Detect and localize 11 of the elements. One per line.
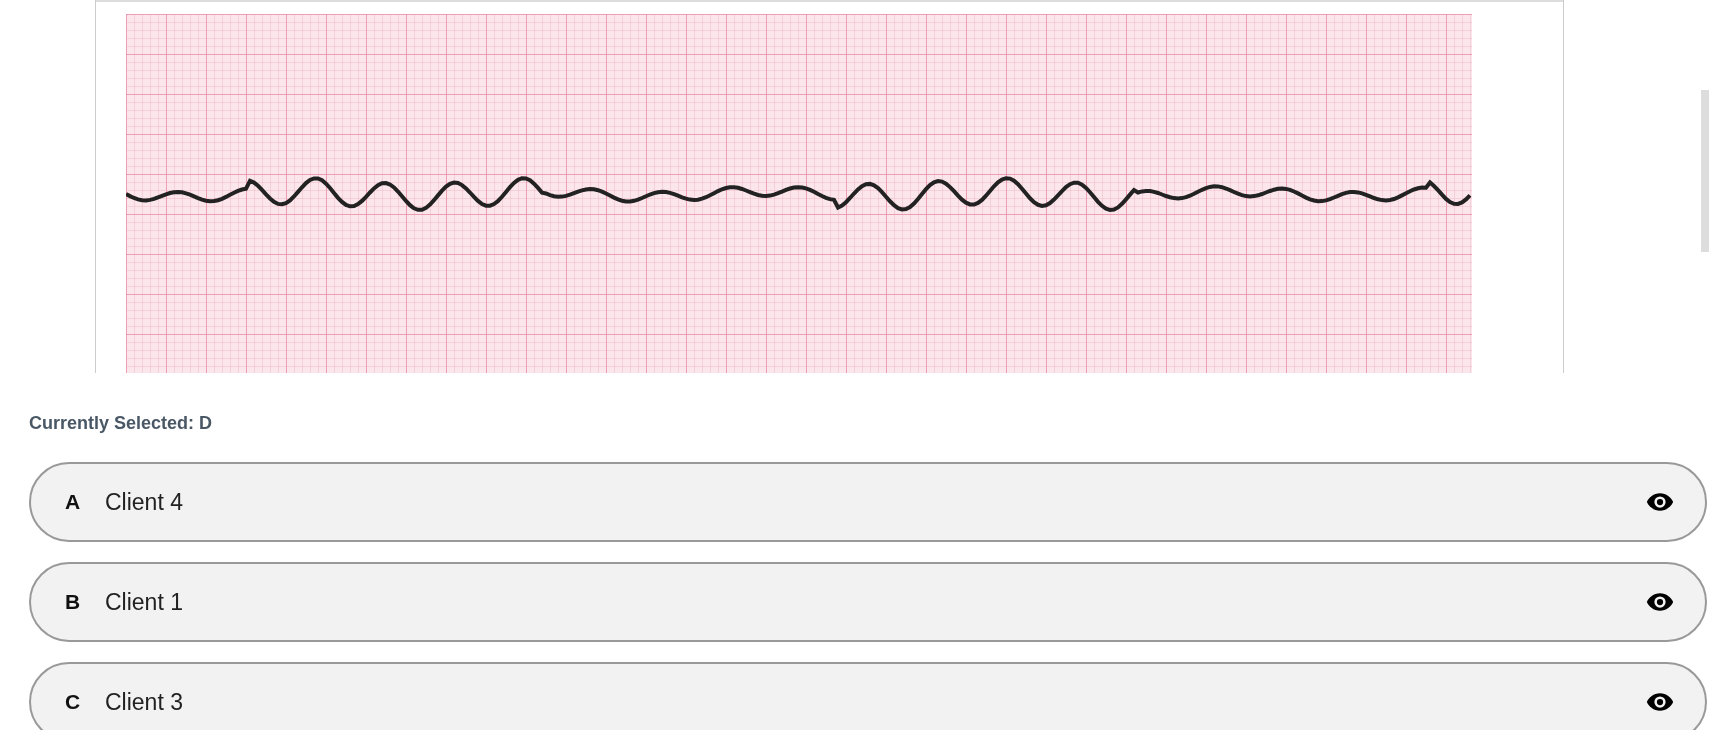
option-label: Client 1 — [105, 588, 184, 616]
selection-status: Currently Selected: D — [29, 413, 214, 434]
option-letter: B — [65, 590, 82, 614]
option-label: Client 3 — [105, 688, 184, 716]
scrollbar[interactable] — [1701, 90, 1709, 252]
option-label: Client 4 — [105, 488, 184, 516]
option-letter: C — [65, 690, 82, 714]
option-letter: A — [65, 490, 82, 514]
answer-option[interactable]: A Client 4 — [29, 462, 1707, 542]
answer-option[interactable]: C Client 3 — [29, 662, 1707, 730]
answer-option[interactable]: B Client 1 — [29, 562, 1707, 642]
